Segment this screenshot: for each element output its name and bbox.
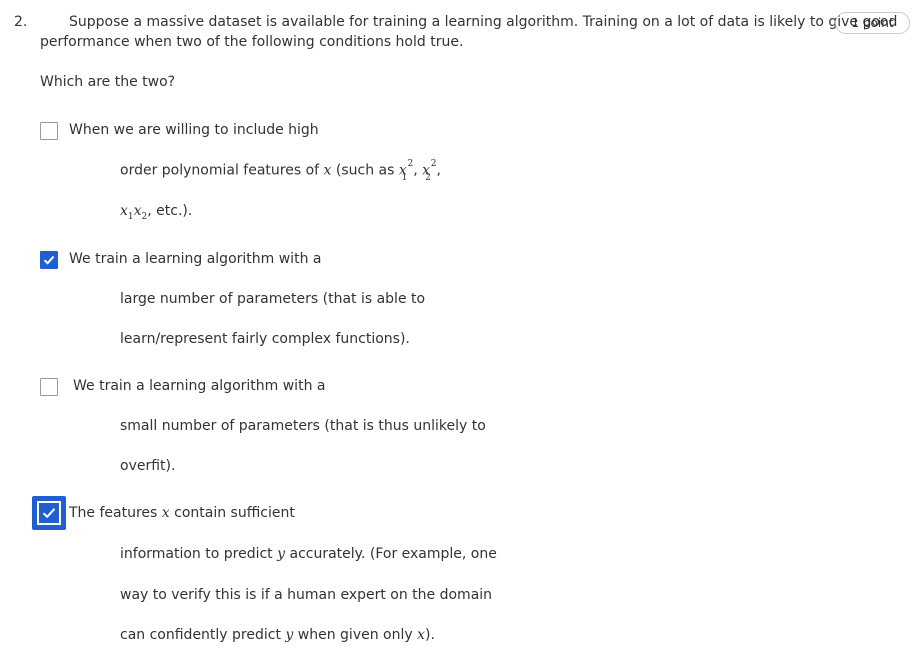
question-text-line2: performance when two of the following co…: [40, 34, 464, 50]
option-3-line3: overfit).: [120, 458, 176, 474]
option-4-line1: The features x contain sufficient: [69, 505, 295, 521]
option-3-checkbox[interactable]: [40, 378, 58, 396]
option-3-line2: small number of parameters (that is thus…: [120, 418, 486, 434]
option-4-line2: information to predict y accurately. (Fo…: [120, 546, 497, 562]
check-icon: [43, 255, 55, 265]
option-1-line3: x1x2, etc.).: [120, 203, 193, 222]
option-1-checkbox[interactable]: [40, 122, 58, 140]
option-3-line1: We train a learning algorithm with a: [73, 378, 326, 394]
option-1-line2: order polynomial features of x (such as …: [120, 159, 441, 184]
question-prompt: Which are the two?: [40, 74, 176, 90]
option-4-checkbox-inner: [37, 501, 61, 525]
points-badge: 1 point: [835, 12, 910, 34]
question-number: 2.: [14, 14, 28, 30]
option-2-line3: learn/represent fairly complex functions…: [120, 331, 410, 347]
option-4-checkbox[interactable]: [32, 496, 66, 530]
check-icon: [42, 508, 56, 519]
option-1-line1: When we are willing to include high: [69, 122, 319, 138]
option-2-checkbox[interactable]: [40, 251, 58, 269]
option-2-line1: We train a learning algorithm with a: [69, 251, 322, 267]
option-4-line4: can confidently predict y when given onl…: [120, 627, 435, 643]
question-text-line1: Suppose a massive dataset is available f…: [69, 14, 898, 30]
option-4-line3: way to verify this is if a human expert …: [120, 587, 493, 603]
option-2-line2: large number of parameters (that is able…: [120, 291, 426, 307]
